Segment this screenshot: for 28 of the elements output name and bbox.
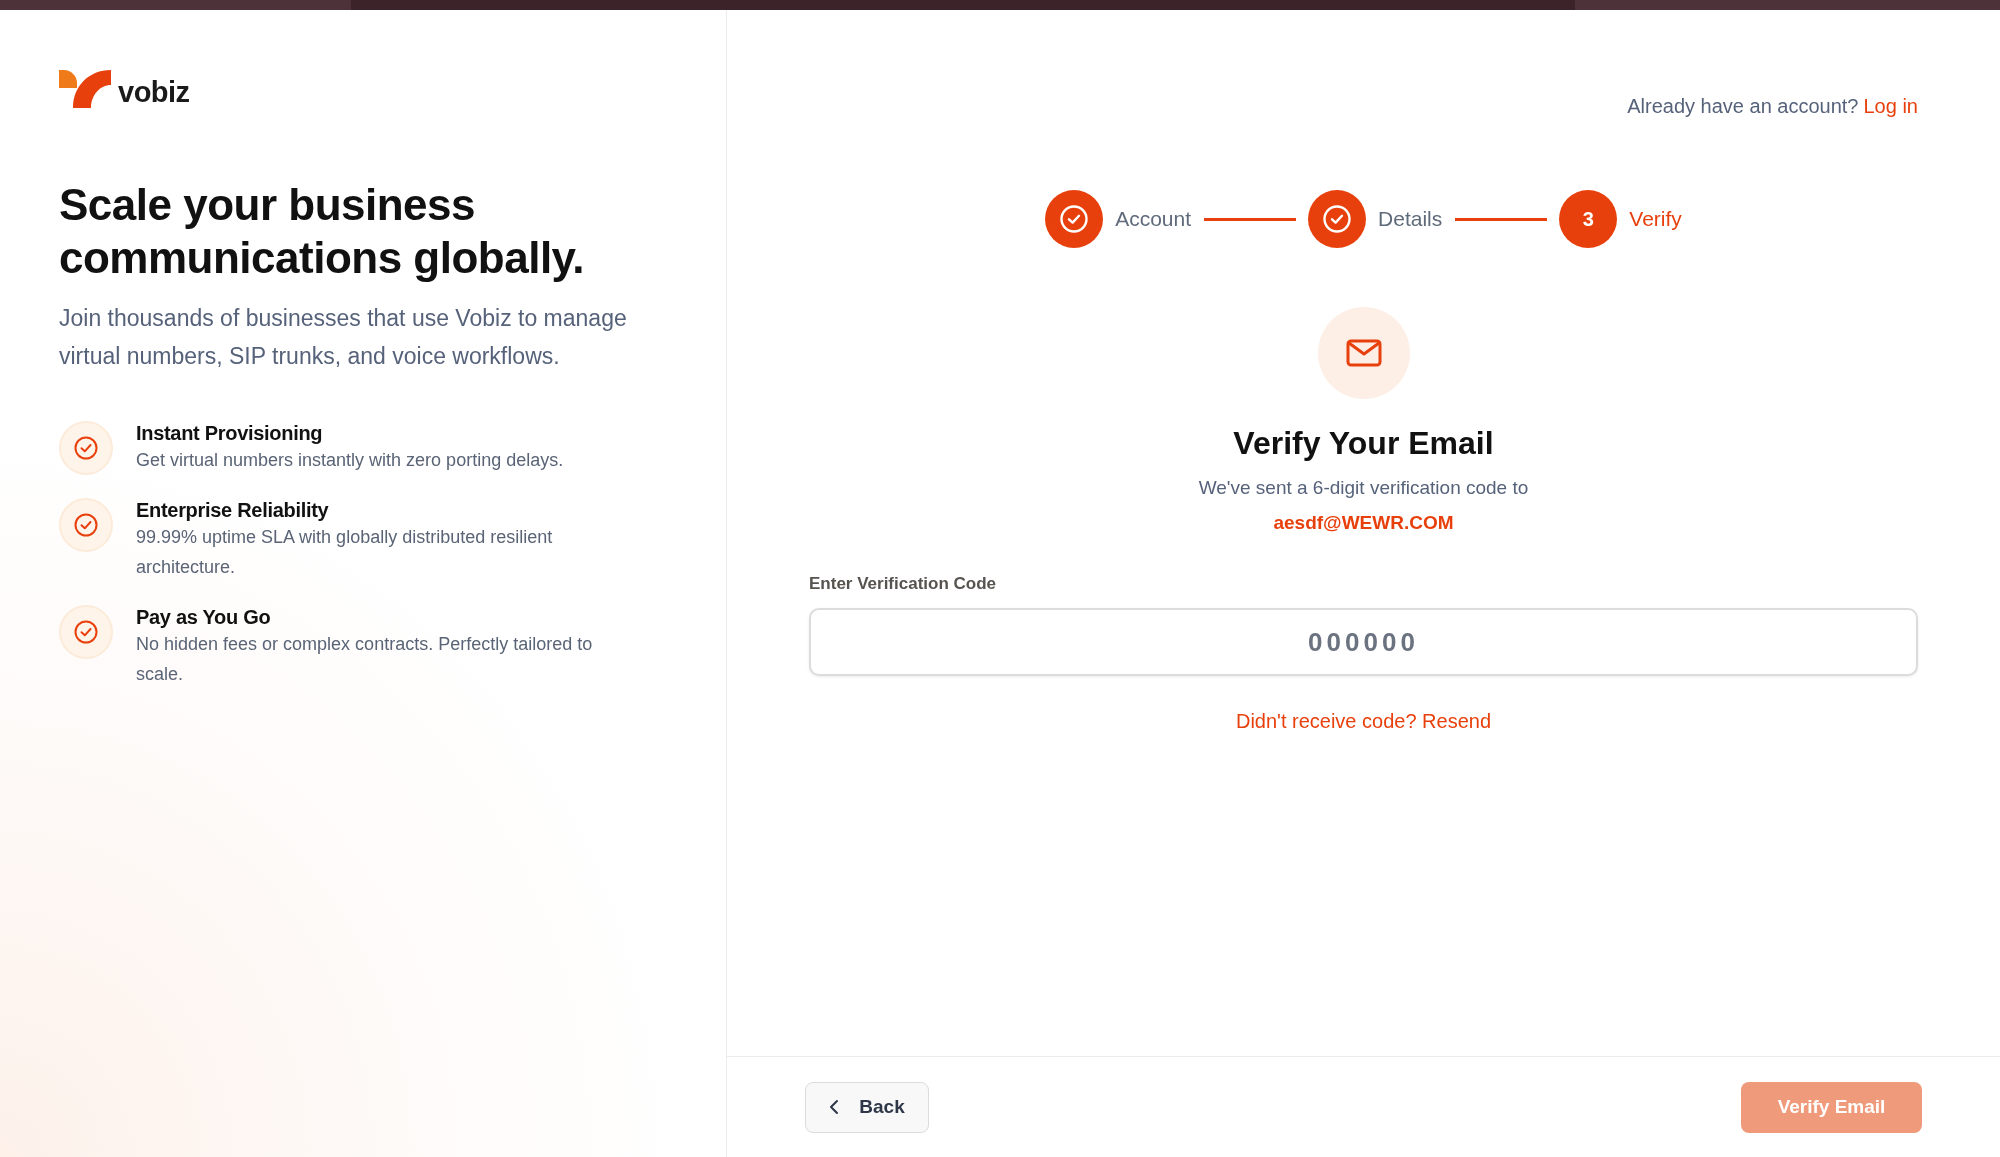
brand-name: vobiz — [118, 78, 190, 107]
headline: Scale your business communications globally. — [59, 179, 586, 284]
mail-icon — [1317, 307, 1410, 399]
code-input[interactable]: 000000 — [809, 608, 1918, 676]
feature-description: 99.99% uptime SLA with globally distributed resilient architecture. — [136, 526, 554, 579]
login-link[interactable]: Log in — [1863, 95, 1918, 117]
check-circle-icon — [59, 421, 113, 475]
chevron-left-icon — [829, 1099, 840, 1115]
check-circle-icon — [59, 605, 113, 659]
intro-text: Join thousands of businesses that use Vobiz to manage virtual numbers, SIP trunks, and voice workflows. — [59, 304, 628, 371]
step-label: Details — [1378, 207, 1443, 231]
feature-description: Get virtual numbers instantly with zero porting delays. — [136, 449, 564, 472]
check-circle-icon — [59, 498, 113, 552]
back-button[interactable]: Back — [805, 1081, 929, 1133]
feature-title: Instant Provisioning — [136, 421, 324, 445]
email-address: aesdf@WEWR.COM — [1273, 511, 1454, 535]
verify-message: We've sent a 6-digit verification code to — [1197, 476, 1530, 500]
step-number: 3 — [1559, 190, 1618, 248]
resend-link[interactable]: Didn't receive code? Resend — [1235, 707, 1492, 735]
feature-title: Pay as You Go — [136, 605, 272, 629]
logo-icon — [59, 70, 111, 108]
feature-description: No hidden fees or complex contracts. Perfectly tailored to scale. — [136, 633, 594, 686]
login-prompt: Already have an account? — [1627, 95, 1859, 117]
step-label: Account — [1115, 207, 1192, 231]
verify-title: Verify Your Email — [1232, 424, 1495, 463]
step-label: Verify — [1629, 207, 1682, 231]
field-label: Enter Verification Code — [809, 573, 997, 595]
feature-title: Enterprise Reliability — [136, 498, 330, 522]
